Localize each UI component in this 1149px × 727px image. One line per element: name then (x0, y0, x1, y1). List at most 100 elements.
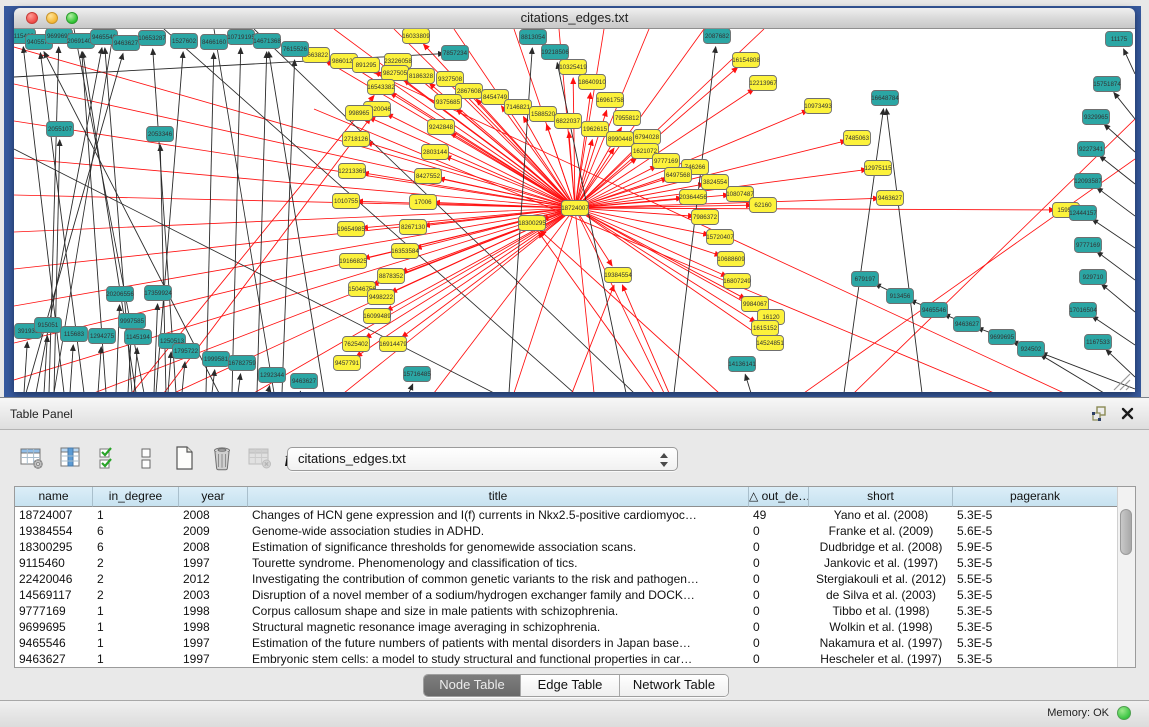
graph-node[interactable]: 891295 (353, 58, 380, 73)
table-cell[interactable]: 9115460 (15, 555, 93, 571)
table-cell[interactable]: 1998 (179, 603, 248, 619)
table-cell[interactable]: Tourette syndrome. Phenomenology and cla… (248, 555, 749, 571)
table-cell[interactable]: Estimation of significance thresholds fo… (248, 539, 749, 555)
table-cell[interactable]: 0 (749, 635, 809, 651)
table-cell[interactable]: 49 (749, 507, 809, 523)
table-cell[interactable]: Embryonic stem cells: a model to study s… (248, 651, 749, 667)
graph-node[interactable]: 17359924 (144, 286, 172, 301)
graph-node[interactable]: 9463627 (877, 191, 904, 206)
graph-node[interactable]: 16914479 (379, 337, 407, 352)
column-header-out_de[interactable]: △ out_de… (749, 487, 809, 507)
column-header-year[interactable]: year (179, 487, 248, 507)
graph-node[interactable]: 20364456 (679, 190, 707, 205)
table-row[interactable]: 1938455462009Genome-wide association stu… (15, 523, 1118, 539)
graph-node[interactable]: 9463627 (291, 374, 318, 389)
graph-node[interactable]: 9463627 (954, 317, 981, 332)
table-cell[interactable]: Franke et al. (2009) (809, 523, 953, 539)
graph-node[interactable]: 19218506 (541, 45, 569, 60)
graph-node[interactable]: 17016504 (1069, 303, 1097, 318)
table-row[interactable]: 977716911998Corpus callosum shape and si… (15, 603, 1118, 619)
table-selector-dropdown[interactable]: citations_edges.txt (287, 447, 678, 471)
table-cell[interactable]: 0 (749, 587, 809, 603)
graph-node[interactable]: 16154808 (732, 53, 760, 68)
table-cell[interactable]: 2008 (179, 507, 248, 523)
graph-node[interactable]: 9498222 (368, 290, 395, 305)
table-cell[interactable]: 9699695 (15, 619, 93, 635)
table-cell[interactable]: 2008 (179, 539, 248, 555)
table-cell[interactable]: Nakamura et al. (1997) (809, 635, 953, 651)
table-cell[interactable]: 9777169 (15, 603, 93, 619)
graph-node[interactable]: 9465546 (921, 303, 948, 318)
graph-node[interactable]: 9777169 (1075, 238, 1102, 253)
close-panel-icon[interactable] (1120, 406, 1135, 426)
graph-node[interactable]: 16543382 (367, 80, 395, 95)
graph-node[interactable]: 18300295 (518, 216, 546, 231)
table-cell[interactable]: Corpus callosum shape and size in male p… (248, 603, 749, 619)
graph-node[interactable]: 8267130 (400, 220, 427, 235)
graph-node[interactable]: 16782759 (228, 356, 256, 371)
graph-node[interactable]: 8186328 (408, 69, 435, 84)
graph-node[interactable]: 9463627 (113, 36, 140, 51)
graph-node[interactable]: 62160 (750, 198, 777, 213)
table-cell[interactable]: 0 (749, 523, 809, 539)
graph-node[interactable]: 1795722 (173, 344, 200, 359)
table-cell[interactable]: 2 (93, 587, 179, 603)
table-row[interactable]: 1456911722003Disruption of a novel membe… (15, 587, 1118, 603)
graph-node[interactable]: 10325419 (559, 60, 587, 75)
graph-node[interactable]: 915051 (35, 318, 62, 333)
table-cell[interactable]: 0 (749, 571, 809, 587)
graph-node[interactable]: 9227341 (1078, 142, 1105, 157)
table-cell[interactable]: 5.3E-5 (953, 555, 1118, 571)
graph-node[interactable]: 12093587 (1074, 174, 1102, 189)
table-cell[interactable]: 1 (93, 619, 179, 635)
table-cell[interactable]: Estimation of the future numbers of pati… (248, 635, 749, 651)
table-cell[interactable]: Disruption of a novel member of a sodium… (248, 587, 749, 603)
graph-node[interactable]: 8427552 (415, 169, 442, 184)
table-vertical-scrollbar[interactable] (1117, 487, 1135, 667)
table-cell[interactable]: 18724007 (15, 507, 93, 523)
graph-node[interactable]: 16961758 (596, 93, 624, 108)
graph-node[interactable]: 15751874 (1093, 77, 1121, 92)
graph-node[interactable]: 2053346 (147, 127, 174, 142)
table-cell[interactable]: 1997 (179, 555, 248, 571)
graph-node[interactable]: 15716485 (403, 367, 431, 382)
graph-node[interactable]: 2055107 (47, 122, 74, 137)
table-cell[interactable]: 18300295 (15, 539, 93, 555)
table-cell[interactable]: 19384554 (15, 523, 93, 539)
table-cell[interactable]: 2003 (179, 587, 248, 603)
graph-node[interactable]: 9777169 (653, 154, 680, 169)
table-cell[interactable]: 0 (749, 539, 809, 555)
table-cell[interactable]: Wolkin et al. (1998) (809, 619, 953, 635)
graph-node[interactable]: 12444157 (1069, 206, 1097, 221)
graph-node[interactable]: 115683 (61, 327, 88, 342)
graph-node[interactable]: 11175 (1106, 32, 1133, 47)
graph-node[interactable]: 8466160 (201, 35, 228, 50)
table-cell[interactable]: 2 (93, 555, 179, 571)
graph-node[interactable]: 9242848 (428, 120, 455, 135)
column-header-pagerank[interactable]: pagerank (953, 487, 1118, 507)
graph-node[interactable]: 16353584 (391, 244, 419, 259)
tab-edge-table[interactable]: Edge Table (521, 675, 620, 696)
table-cell[interactable]: 1998 (179, 619, 248, 635)
graph-node[interactable]: 6497568 (665, 168, 692, 183)
table-cell[interactable]: 5.3E-5 (953, 587, 1118, 603)
graph-node[interactable]: 1999581 (203, 352, 230, 367)
graph-node[interactable]: 2718126 (343, 132, 370, 147)
table-cell[interactable]: 5.3E-5 (953, 507, 1118, 523)
graph-node[interactable]: 7615526 (282, 42, 309, 57)
graph-node[interactable]: 1167533 (1085, 335, 1112, 350)
table-cell[interactable]: Changes of HCN gene expression and I(f) … (248, 507, 749, 523)
table-row[interactable]: 1830029562008Estimation of significance … (15, 539, 1118, 555)
graph-node[interactable]: 7857234 (442, 46, 469, 61)
table-cell[interactable]: Investigating the contribution of common… (248, 571, 749, 587)
table-cell[interactable]: 1997 (179, 635, 248, 651)
table-cell[interactable]: Structural magnetic resonance image aver… (248, 619, 749, 635)
graph-node[interactable]: 18724007 (561, 201, 589, 216)
graph-node[interactable]: 924502 (1018, 342, 1045, 357)
graph-node[interactable]: 14671368 (253, 34, 281, 49)
graph-node[interactable]: 10653287 (138, 31, 166, 46)
network-canvas[interactable]: 1872400776638229860125891295232260589827… (14, 29, 1135, 392)
tab-network-table[interactable]: Network Table (620, 675, 728, 696)
table-cell[interactable]: 14569117 (15, 587, 93, 603)
graph-node[interactable]: 19654985 (337, 222, 365, 237)
